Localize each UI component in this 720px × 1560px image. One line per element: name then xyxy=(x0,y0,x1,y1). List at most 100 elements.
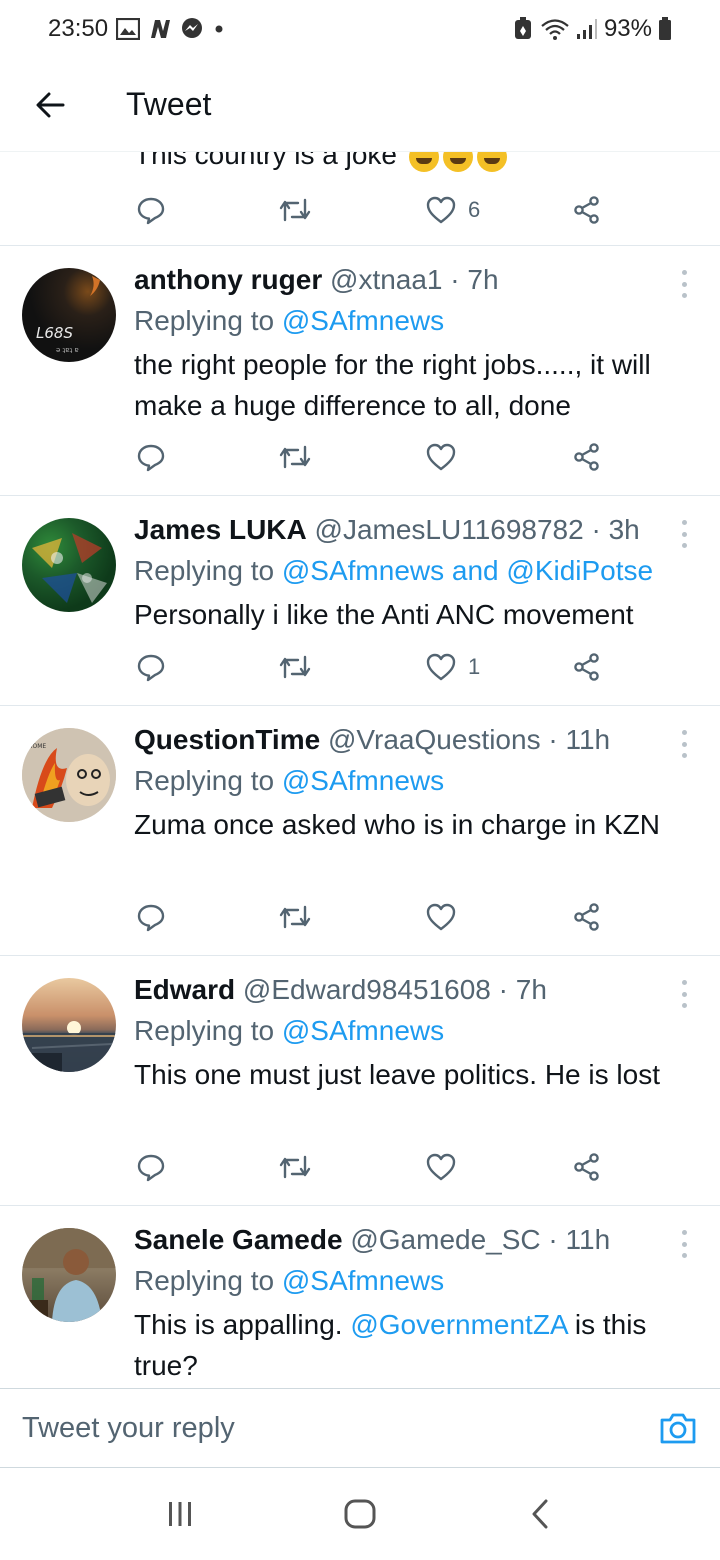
author-name[interactable]: Sanele Gamede xyxy=(134,1224,343,1255)
rofl-emoji-icon xyxy=(408,152,439,172)
author-handle[interactable]: @JamesLU11698782 xyxy=(315,514,584,545)
reply-input[interactable]: Tweet your reply xyxy=(22,1412,658,1445)
reply-tweet[interactable]: L68S ǝ ʇɐʇ ɐ anthony ruger @xtnaa1 · 7h R… xyxy=(0,246,720,496)
share-button[interactable] xyxy=(572,647,602,687)
like-button[interactable]: 1 xyxy=(426,647,480,687)
like-count: 6 xyxy=(468,197,481,222)
tweet-text: Zuma once asked who is in charge in KZN xyxy=(134,809,661,840)
avatar[interactable] xyxy=(22,1228,116,1322)
tweet-time: 11h xyxy=(565,724,611,755)
heart-icon xyxy=(426,196,456,224)
n-notification-icon xyxy=(148,18,172,40)
reply-button[interactable] xyxy=(136,190,166,230)
more-options-button[interactable] xyxy=(672,976,696,1012)
reply-button[interactable] xyxy=(136,647,166,687)
battery-icon xyxy=(658,17,672,41)
tweet-mention[interactable]: @GovernmentZA xyxy=(350,1309,567,1340)
separator-dot: · xyxy=(540,724,566,755)
retweet-button[interactable] xyxy=(278,897,312,937)
author-handle[interactable]: @xtnaa1 xyxy=(330,264,443,295)
reply-button[interactable] xyxy=(136,437,166,477)
more-options-button[interactable] xyxy=(672,516,696,552)
retweet-button[interactable] xyxy=(278,190,312,230)
heart-icon xyxy=(426,1153,456,1181)
tweet-actions: 1 xyxy=(0,647,720,687)
reply-tweet[interactable]: HOME QuestionTime @VraaQuestions · 11h R… xyxy=(0,706,720,956)
like-button[interactable] xyxy=(426,897,468,937)
svg-text:L68S: L68S xyxy=(36,324,73,342)
reply-composer[interactable]: Tweet your reply xyxy=(0,1388,720,1468)
retweet-button[interactable] xyxy=(278,647,312,687)
author-name[interactable]: Edward xyxy=(134,974,235,1005)
status-time: 23:50 xyxy=(48,15,109,42)
avatar[interactable] xyxy=(22,518,116,612)
replying-to-mention[interactable]: @SAfmnews xyxy=(282,305,444,336)
previous-tweet[interactable]: This country is a joke 6 xyxy=(0,152,720,246)
reply-button[interactable] xyxy=(136,1147,166,1187)
comment-bubble-icon xyxy=(137,1154,165,1182)
comment-bubble-icon xyxy=(137,654,165,682)
tweet-body: James LUKA @JamesLU11698782 · 3h Replyin… xyxy=(134,510,700,635)
more-options-button[interactable] xyxy=(672,726,696,762)
previous-tweet-actions: 6 xyxy=(0,190,720,230)
replying-to-mention[interactable]: @SAfmnews xyxy=(282,1265,444,1296)
avatar[interactable] xyxy=(22,978,116,1072)
like-button[interactable]: 6 xyxy=(426,190,480,230)
separator-dot: · xyxy=(490,974,516,1005)
share-nodes-icon xyxy=(574,443,599,471)
separator-dot: · xyxy=(583,514,609,545)
heart-icon xyxy=(426,903,456,931)
author-name[interactable]: anthony ruger xyxy=(134,264,322,295)
author-handle[interactable]: @Gamede_SC xyxy=(350,1224,540,1255)
share-button[interactable] xyxy=(572,897,602,937)
author-handle[interactable]: @Edward98451608 xyxy=(243,974,491,1005)
camera-button[interactable] xyxy=(658,1408,698,1448)
author-handle[interactable]: @VraaQuestions xyxy=(328,724,541,755)
replying-to-mention[interactable]: @SAfmnews and @KidiPotse xyxy=(282,555,653,586)
tweet-text-part: This is appalling. xyxy=(134,1309,351,1340)
replying-to-mention[interactable]: @SAfmnews xyxy=(282,765,444,796)
replies-feed[interactable]: This country is a joke 6 L68S ǝ ʇɐʇ ɐ an… xyxy=(0,152,720,1388)
like-button[interactable] xyxy=(426,1147,468,1187)
retweet-button[interactable] xyxy=(278,1147,312,1187)
system-back-button[interactable] xyxy=(500,1484,580,1544)
reply-button[interactable] xyxy=(136,897,166,937)
tweet-body: QuestionTime @VraaQuestions · 11h Replyi… xyxy=(134,720,700,845)
share-button[interactable] xyxy=(572,190,602,230)
tweet-text: Personally i like the Anti ANC movement xyxy=(134,599,634,630)
tweet-actions xyxy=(0,897,720,937)
app-header: Tweet xyxy=(0,58,720,152)
tears-of-joy-emoji-icon xyxy=(476,152,507,172)
replying-to-label: Replying to xyxy=(134,555,282,586)
tweet-body: Edward @Edward98451608 · 7h Replying to … xyxy=(134,970,700,1095)
replying-to: Replying to @SAfmnews and @KidiPotse xyxy=(134,550,700,592)
tweet-meta: Sanele Gamede @Gamede_SC · 11h xyxy=(134,1220,700,1260)
replying-to: Replying to @SAfmnews xyxy=(134,760,700,802)
tweet-meta: anthony ruger @xtnaa1 · 7h xyxy=(134,260,700,300)
back-button[interactable] xyxy=(0,58,100,152)
recent-apps-icon xyxy=(169,1502,191,1526)
share-button[interactable] xyxy=(572,1147,602,1187)
tweet-time: 7h xyxy=(467,264,499,295)
author-name[interactable]: QuestionTime xyxy=(134,724,320,755)
reply-tweet[interactable]: Edward @Edward98451608 · 7h Replying to … xyxy=(0,956,720,1206)
more-options-button[interactable] xyxy=(672,266,696,302)
svg-text:HOME: HOME xyxy=(28,743,46,750)
share-nodes-icon xyxy=(574,1153,599,1181)
share-button[interactable] xyxy=(572,437,602,477)
retweet-button[interactable] xyxy=(278,437,312,477)
replying-to-mention[interactable]: @SAfmnews xyxy=(282,1015,444,1046)
reply-tweet[interactable]: Sanele Gamede @Gamede_SC · 11h Replying … xyxy=(0,1206,720,1388)
arrow-left-icon xyxy=(36,92,65,117)
avatar[interactable]: L68S ǝ ʇɐʇ ɐ xyxy=(22,268,116,362)
like-button[interactable] xyxy=(426,437,468,477)
more-options-button[interactable] xyxy=(672,1226,696,1262)
page-title: Tweet xyxy=(126,86,212,122)
avatar[interactable]: HOME xyxy=(22,728,116,822)
home-button[interactable] xyxy=(320,1484,400,1544)
author-name[interactable]: James LUKA xyxy=(134,514,307,545)
reply-tweet[interactable]: James LUKA @JamesLU11698782 · 3h Replyin… xyxy=(0,496,720,706)
comment-bubble-icon xyxy=(137,444,165,472)
separator-dot: · xyxy=(540,1224,566,1255)
recent-apps-button[interactable] xyxy=(140,1484,220,1544)
